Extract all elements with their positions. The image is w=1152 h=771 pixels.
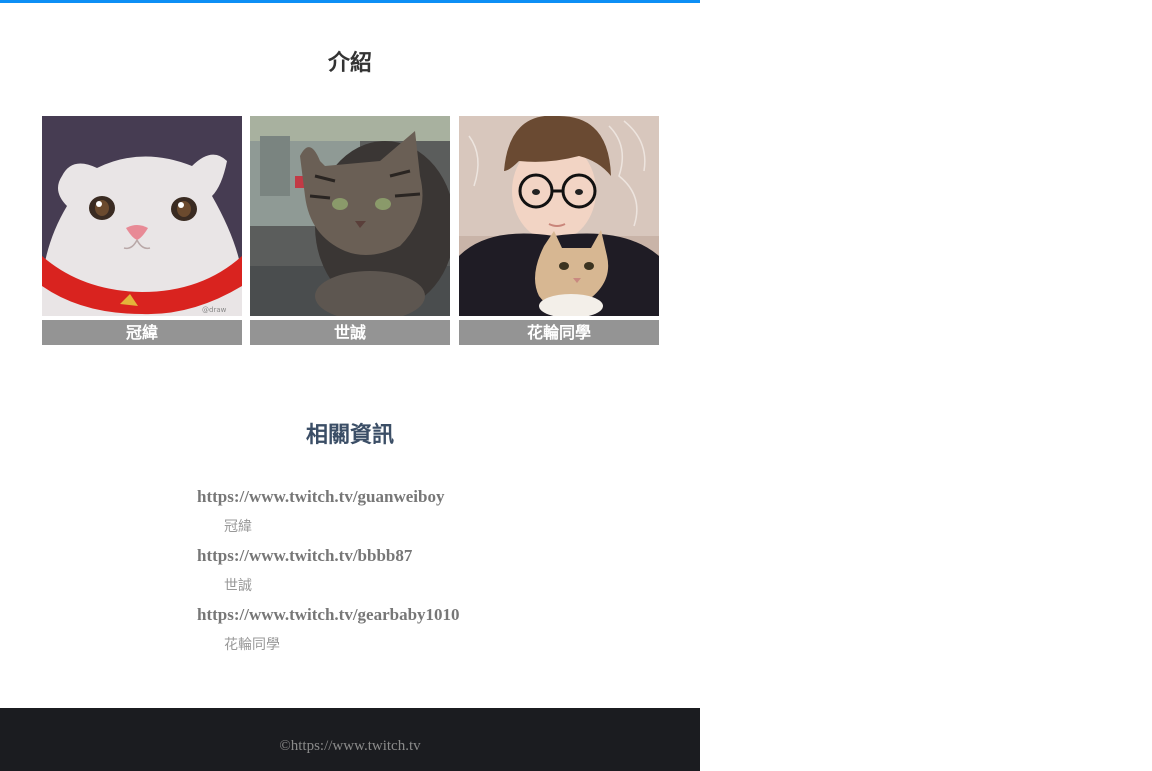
link-description: 冠緯: [224, 519, 252, 535]
info-title: 相關資訊: [305, 423, 394, 448]
card-caption: 冠緯: [42, 320, 242, 345]
card-caption: 世誠: [250, 320, 450, 345]
card-caption: 花輪同學: [459, 320, 659, 345]
twitch-link-bbbb87[interactable]: https://www.twitch.tv/bbbb87: [197, 545, 460, 575]
top-accent-bar: [0, 0, 700, 3]
person-with-cat-photo-icon: [459, 116, 659, 316]
page: 介紹 @draw 冠緯 世誠 花輪同學 相關資訊 https://www.twi…: [0, 0, 700, 771]
links-list: https://www.twitch.tv/guanweiboy 冠緯 http…: [197, 486, 460, 663]
link-description: 世誠: [224, 578, 252, 594]
intro-card-2: 世誠: [250, 116, 450, 345]
intro-card-1: @draw 冠緯: [42, 116, 242, 345]
footer: ©https://www.twitch.tv: [0, 708, 700, 771]
twitch-link-gearbaby1010[interactable]: https://www.twitch.tv/gearbaby1010: [197, 604, 460, 634]
intro-title: 介紹: [327, 51, 372, 76]
twitch-link-guanweiboy[interactable]: https://www.twitch.tv/guanweiboy: [197, 486, 460, 516]
cartoon-white-cat-icon: @draw: [42, 116, 242, 316]
tabby-cat-photo-icon: [250, 116, 450, 316]
svg-text:@draw: @draw: [202, 306, 227, 314]
intro-card-3: 花輪同學: [459, 116, 659, 345]
link-description: 花輪同學: [224, 637, 280, 653]
footer-copyright: ©https://www.twitch.tv: [279, 738, 421, 754]
